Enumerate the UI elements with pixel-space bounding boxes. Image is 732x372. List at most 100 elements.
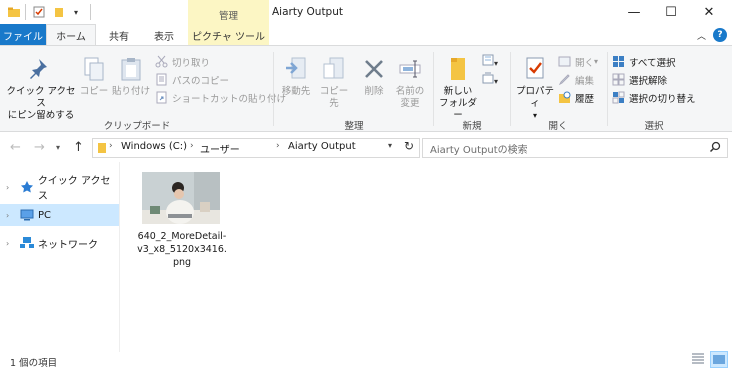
search-placeholder: Aiarty Outputの検索 — [430, 145, 528, 156]
qat-divider — [25, 4, 26, 20]
open-group-label: 開く — [548, 121, 568, 132]
details-view-icon[interactable] — [691, 352, 705, 366]
open-icon — [558, 55, 571, 68]
open-label: 開く — [575, 57, 595, 69]
new-item-button[interactable]: ▾ — [482, 54, 504, 68]
properties-label: プロパティ — [515, 86, 554, 109]
copy-button[interactable]: コピー — [78, 55, 110, 98]
organize-group-label: 整理 — [344, 121, 364, 132]
tab-picture-tools[interactable]: ピクチャ ツール — [188, 24, 269, 46]
qat-dropdown-icon[interactable]: ▾ — [70, 5, 82, 19]
easy-access-icon — [482, 72, 494, 86]
paste-icon — [118, 55, 144, 83]
collapse-ribbon-icon[interactable]: ︿ — [697, 29, 706, 42]
nav-item-label: ネットワーク — [38, 239, 98, 251]
nav-item-network[interactable]: › ネットワーク — [0, 232, 119, 254]
maximize-icon: ☐ — [665, 4, 677, 20]
select-none-label: 選択解除 — [629, 75, 668, 87]
rename-icon — [397, 55, 423, 83]
copy-path-label: パスのコピー — [172, 75, 230, 87]
close-button[interactable]: ✕ — [686, 0, 732, 24]
easy-access-button[interactable]: ▾ — [482, 72, 504, 86]
history-label: 履歴 — [575, 93, 595, 105]
rename-label-line2: 変更 — [400, 98, 420, 109]
select-none-button[interactable]: 選択解除 — [612, 71, 667, 88]
status-item-count: 1 個の項目 — [10, 358, 58, 369]
file-name-label[interactable]: 640_2_MoreDetail-v3_x8_5120x3416.png — [136, 230, 228, 269]
history-button[interactable]: 履歴 — [558, 89, 594, 106]
pin-quick-access-button[interactable]: クイック アクセス にピン留めする — [6, 55, 76, 122]
copy-to-button[interactable]: コピー先 — [316, 55, 352, 110]
up-arrow-icon[interactable]: ↑ — [73, 140, 84, 155]
edit-button[interactable]: 編集 — [558, 71, 594, 88]
copy-to-icon — [321, 55, 347, 83]
new-folder-label-line1: 新しい — [443, 86, 473, 97]
large-icons-view-icon[interactable] — [710, 351, 728, 368]
move-to-label: 移動先 — [281, 86, 311, 97]
new-group-label: 新規 — [462, 121, 482, 132]
nav-item-label: クイック アクセス — [37, 176, 111, 202]
breadcrumb-drive[interactable]: Windows (C:) — [121, 141, 187, 152]
tab-view[interactable]: 表示 — [145, 24, 183, 46]
recent-locations-icon[interactable]: ▾ — [56, 143, 60, 152]
breadcrumb-users[interactable]: ユーザー — [200, 141, 240, 156]
copy-path-button[interactable]: パスのコピー — [155, 71, 229, 88]
new-folder-qat-icon[interactable] — [52, 5, 66, 19]
nav-item-pc[interactable]: › PC — [0, 204, 119, 226]
nav-item-quick-access[interactable]: › クイック アクセス — [0, 176, 119, 202]
invert-selection-label: 選択の切り替え — [629, 93, 696, 105]
open-button[interactable]: 開く ▾ — [558, 53, 598, 70]
address-folder-icon — [97, 142, 107, 157]
breadcrumb-current[interactable]: Aiarty Output — [288, 141, 356, 152]
paste-shortcut-icon — [155, 91, 168, 104]
network-icon — [20, 237, 34, 249]
close-icon: ✕ — [703, 4, 715, 20]
new-folder-button[interactable]: 新しい フォルダー — [436, 55, 480, 122]
tab-share[interactable]: 共有 — [100, 24, 138, 46]
breadcrumb-chevron-icon[interactable]: › — [276, 141, 280, 151]
breadcrumb-chevron-icon[interactable]: › — [190, 141, 194, 151]
rename-button[interactable]: 名前の 変更 — [392, 55, 428, 110]
chevron-right-icon[interactable]: › — [6, 239, 16, 248]
select-all-label: すべて選択 — [629, 57, 676, 69]
ribbon-separator — [273, 52, 274, 126]
copy-to-label: コピー先 — [319, 86, 349, 109]
properties-button[interactable]: プロパティ ▾ — [513, 55, 557, 122]
file-thumbnail[interactable] — [142, 172, 220, 224]
pin-label-line1: クイック アクセス — [6, 86, 76, 109]
chevron-right-icon[interactable]: › — [6, 211, 16, 220]
help-icon[interactable]: ? — [713, 28, 727, 42]
cut-button[interactable]: 切り取り — [155, 53, 210, 70]
minimize-icon: — — [627, 4, 641, 20]
back-arrow-icon[interactable]: ← — [10, 140, 21, 155]
ribbon-separator — [433, 52, 434, 126]
paste-shortcut-label: ショートカットの貼り付け — [172, 93, 287, 105]
breadcrumb-chevron-icon[interactable]: › — [109, 141, 113, 151]
paste-shortcut-button[interactable]: ショートカットの貼り付け — [155, 89, 286, 106]
search-icon[interactable] — [709, 141, 721, 156]
ribbon-separator — [607, 52, 608, 126]
tab-home[interactable]: ホーム — [46, 24, 96, 46]
chevron-right-icon[interactable]: › — [6, 183, 16, 192]
app-folder-icon — [8, 5, 20, 19]
delete-label: 削除 — [364, 86, 384, 97]
copy-label: コピー — [79, 86, 109, 97]
move-to-button[interactable]: 移動先 — [278, 55, 314, 98]
move-to-icon — [283, 55, 309, 83]
edit-label: 編集 — [575, 75, 595, 87]
clipboard-group-label: クリップボード — [103, 121, 171, 132]
forward-arrow-icon[interactable]: → — [34, 140, 45, 155]
invert-selection-button[interactable]: 選択の切り替え — [612, 89, 696, 106]
refresh-icon[interactable]: ↻ — [404, 139, 414, 153]
paste-button[interactable]: 貼り付け — [112, 55, 150, 98]
cut-icon — [155, 55, 168, 68]
properties-qat-icon[interactable] — [32, 5, 46, 19]
chevron-down-icon: ▾ — [494, 77, 499, 86]
delete-button[interactable]: 削除 — [358, 55, 390, 98]
photo-thumbnail-icon — [142, 172, 220, 224]
tab-file[interactable]: ファイル — [0, 24, 46, 46]
address-dropdown-icon[interactable]: ▾ — [388, 141, 392, 150]
copy-icon — [81, 55, 107, 83]
pin-icon — [28, 55, 54, 83]
select-all-button[interactable]: すべて選択 — [612, 53, 675, 70]
